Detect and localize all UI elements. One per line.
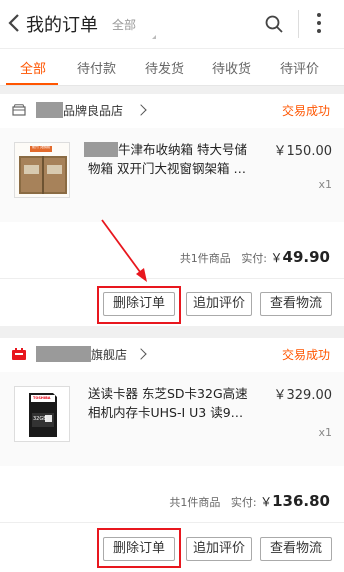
header-divider bbox=[298, 10, 299, 38]
product-thumbnail: TOSHIBA 32GB bbox=[14, 386, 70, 442]
shop-name-redacted bbox=[36, 102, 63, 118]
thumbnail-caption: 前开门收纳箱 bbox=[32, 145, 51, 149]
shop-name[interactable]: 品牌良品店 bbox=[63, 102, 123, 119]
row-divider bbox=[0, 278, 344, 279]
search-icon[interactable] bbox=[264, 14, 284, 34]
shop-name-redacted bbox=[36, 346, 91, 362]
tab-pending-payment[interactable]: 待付款 bbox=[77, 58, 116, 77]
product-price: ￥329.00 bbox=[273, 388, 333, 403]
chevron-right-icon[interactable] bbox=[135, 348, 147, 360]
order-status: 交易成功 bbox=[281, 348, 330, 362]
paid-label: 实付: bbox=[230, 496, 257, 509]
product-thumbnail: 前开门收纳箱 bbox=[14, 142, 70, 198]
shop-icon bbox=[12, 104, 26, 116]
tab-pending-shipment[interactable]: 待发货 bbox=[145, 58, 184, 77]
item-count: 共1件商品 bbox=[179, 252, 231, 265]
add-review-button[interactable]: 追加评价 bbox=[186, 292, 252, 316]
shop-name[interactable]: 旗舰店 bbox=[91, 346, 127, 363]
product-item[interactable]: 前开门收纳箱 牛津布收纳箱 特大号储物箱 双开门大视窗钢架箱 … ￥150.00… bbox=[0, 128, 344, 222]
active-tab-indicator bbox=[6, 83, 58, 85]
add-review-button[interactable]: 追加评价 bbox=[186, 537, 252, 561]
back-arrow-icon[interactable] bbox=[6, 12, 24, 34]
paid-label: 实付: bbox=[241, 252, 268, 265]
product-quantity: x1 bbox=[318, 178, 332, 191]
currency-symbol: ￥ bbox=[260, 495, 273, 509]
product-price: ￥150.00 bbox=[273, 144, 333, 159]
highlight-box bbox=[97, 528, 181, 568]
thumbnail-capacity: 32GB bbox=[33, 416, 47, 422]
more-options-icon[interactable] bbox=[315, 13, 323, 35]
page-title: 我的订单 bbox=[26, 15, 98, 36]
chevron-right-icon[interactable] bbox=[135, 104, 147, 116]
order-filter[interactable]: 全部 bbox=[112, 16, 136, 33]
order-tabs: 全部 待付款 待发货 待收货 待评价 bbox=[0, 48, 344, 86]
paid-amount: 49.90 bbox=[282, 248, 330, 266]
view-logistics-button[interactable]: 查看物流 bbox=[260, 537, 332, 561]
tab-pending-review[interactable]: 待评价 bbox=[280, 58, 319, 77]
view-logistics-button[interactable]: 查看物流 bbox=[260, 292, 332, 316]
annotation-arrow-icon bbox=[101, 219, 147, 282]
item-count: 共1件商品 bbox=[169, 496, 221, 509]
storage-box-image bbox=[15, 143, 69, 197]
thumbnail-brand: TOSHIBA bbox=[33, 396, 51, 400]
dropdown-corner-icon bbox=[152, 35, 156, 39]
tab-pending-receipt[interactable]: 待收货 bbox=[212, 58, 251, 77]
order-summary: 共1件商品 实付: ￥49.90 bbox=[180, 248, 330, 266]
top-bar: 我的订单 全部 bbox=[0, 0, 344, 48]
tmall-shop-icon bbox=[12, 348, 26, 360]
tab-all[interactable]: 全部 bbox=[20, 58, 46, 77]
product-name[interactable]: 送读卡器 东芝SD卡32G高速相机内存卡UHS-I U3 读9… bbox=[88, 384, 258, 422]
highlight-box bbox=[97, 286, 181, 324]
order-status: 交易成功 bbox=[281, 104, 330, 118]
paid-amount: 136.80 bbox=[272, 492, 330, 510]
currency-symbol: ￥ bbox=[270, 251, 283, 265]
product-quantity: x1 bbox=[318, 426, 332, 439]
order-summary: 共1件商品 实付: ￥136.80 bbox=[169, 492, 330, 510]
product-item[interactable]: TOSHIBA 32GB 送读卡器 东芝SD卡32G高速相机内存卡UHS-I U… bbox=[0, 372, 344, 466]
product-name[interactable]: 牛津布收纳箱 特大号储物箱 双开门大视窗钢架箱 … bbox=[88, 140, 258, 178]
row-divider bbox=[0, 522, 344, 523]
